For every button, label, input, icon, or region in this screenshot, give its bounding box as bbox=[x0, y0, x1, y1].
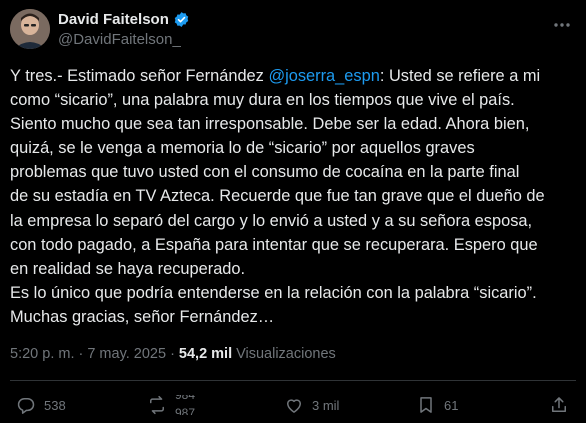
share-icon bbox=[552, 397, 566, 412]
more-options-icon[interactable] bbox=[552, 15, 572, 35]
name-line: David Faitelson bbox=[58, 11, 190, 28]
views-label: Visualizaciones bbox=[236, 346, 336, 362]
tweet-line: quizá, se le venga a memoria lo de “sica… bbox=[10, 139, 475, 158]
verified-badge-icon bbox=[174, 12, 189, 27]
reply-button[interactable]: 538 bbox=[16, 395, 66, 415]
repost-icon bbox=[150, 395, 164, 415]
tweet-line: la empresa lo separó del cargo y lo envi… bbox=[10, 211, 533, 230]
tweet-date[interactable]: 7 may. 2025 bbox=[87, 346, 166, 362]
meta-separator: · bbox=[170, 346, 175, 362]
bookmark-count: 61 bbox=[444, 397, 459, 413]
tweet-header: David Faitelson @DavidFaitelson_ bbox=[10, 9, 576, 53]
share-button[interactable] bbox=[549, 395, 569, 415]
tweet-line: en realidad se haya recuperado. bbox=[10, 259, 246, 278]
tweet-line: Siento mucho que sea tan irresponsable. … bbox=[10, 115, 530, 134]
tweet-meta: 5:20 p. m. · 7 may. 2025 · 54,2 mil Visu… bbox=[10, 346, 336, 362]
tweet-line: Muchas gracias, señor Fernández… bbox=[10, 307, 275, 326]
reply-count: 538 bbox=[44, 397, 66, 413]
display-name[interactable]: David Faitelson bbox=[58, 11, 169, 28]
user-handle[interactable]: @DavidFaitelson_ bbox=[58, 31, 181, 48]
avatar[interactable] bbox=[10, 9, 50, 49]
mention-link[interactable]: @joserra_espn bbox=[268, 67, 379, 85]
reply-icon bbox=[17, 398, 35, 414]
tweet-line-1-end: : Usted se refiere a mi bbox=[379, 67, 541, 85]
repost-count-next: 987 bbox=[175, 406, 196, 415]
repost-button[interactable]: 984 987 bbox=[147, 395, 211, 415]
repost-count: 984 987 bbox=[175, 395, 211, 415]
divider bbox=[10, 380, 576, 381]
bookmark-button[interactable]: 61 bbox=[416, 395, 458, 415]
tweet-text: Y tres.- Estimado señor Fernández @joser… bbox=[10, 64, 576, 329]
tweet-line: con todo pagado, a España para intentar … bbox=[10, 235, 538, 254]
views-count: 54,2 mil bbox=[178, 346, 233, 362]
tweet-line-1-start: Y tres.- Estimado señor Fernández bbox=[10, 67, 269, 85]
bookmark-icon bbox=[420, 397, 432, 413]
tweet-line-1: Y tres.- Estimado señor Fernández @joser… bbox=[10, 64, 576, 88]
tweet-line: como “sicario”, una palabra muy dura en … bbox=[10, 91, 515, 110]
tweet-line: problemas que tuvo usted con el consumo … bbox=[10, 163, 520, 182]
like-count: 3 mil bbox=[312, 397, 340, 413]
tweet-line: Es lo único que podría entenderse en la … bbox=[10, 283, 537, 302]
repost-count-previous: 984 bbox=[175, 395, 196, 402]
meta-separator: · bbox=[78, 346, 84, 362]
tweet-time[interactable]: 5:20 p. m. bbox=[10, 346, 74, 362]
like-icon bbox=[287, 399, 301, 413]
like-button[interactable]: 3 mil bbox=[284, 395, 339, 415]
tweet-line: de su estadía en TV Azteca. Recuerde que… bbox=[10, 187, 545, 206]
